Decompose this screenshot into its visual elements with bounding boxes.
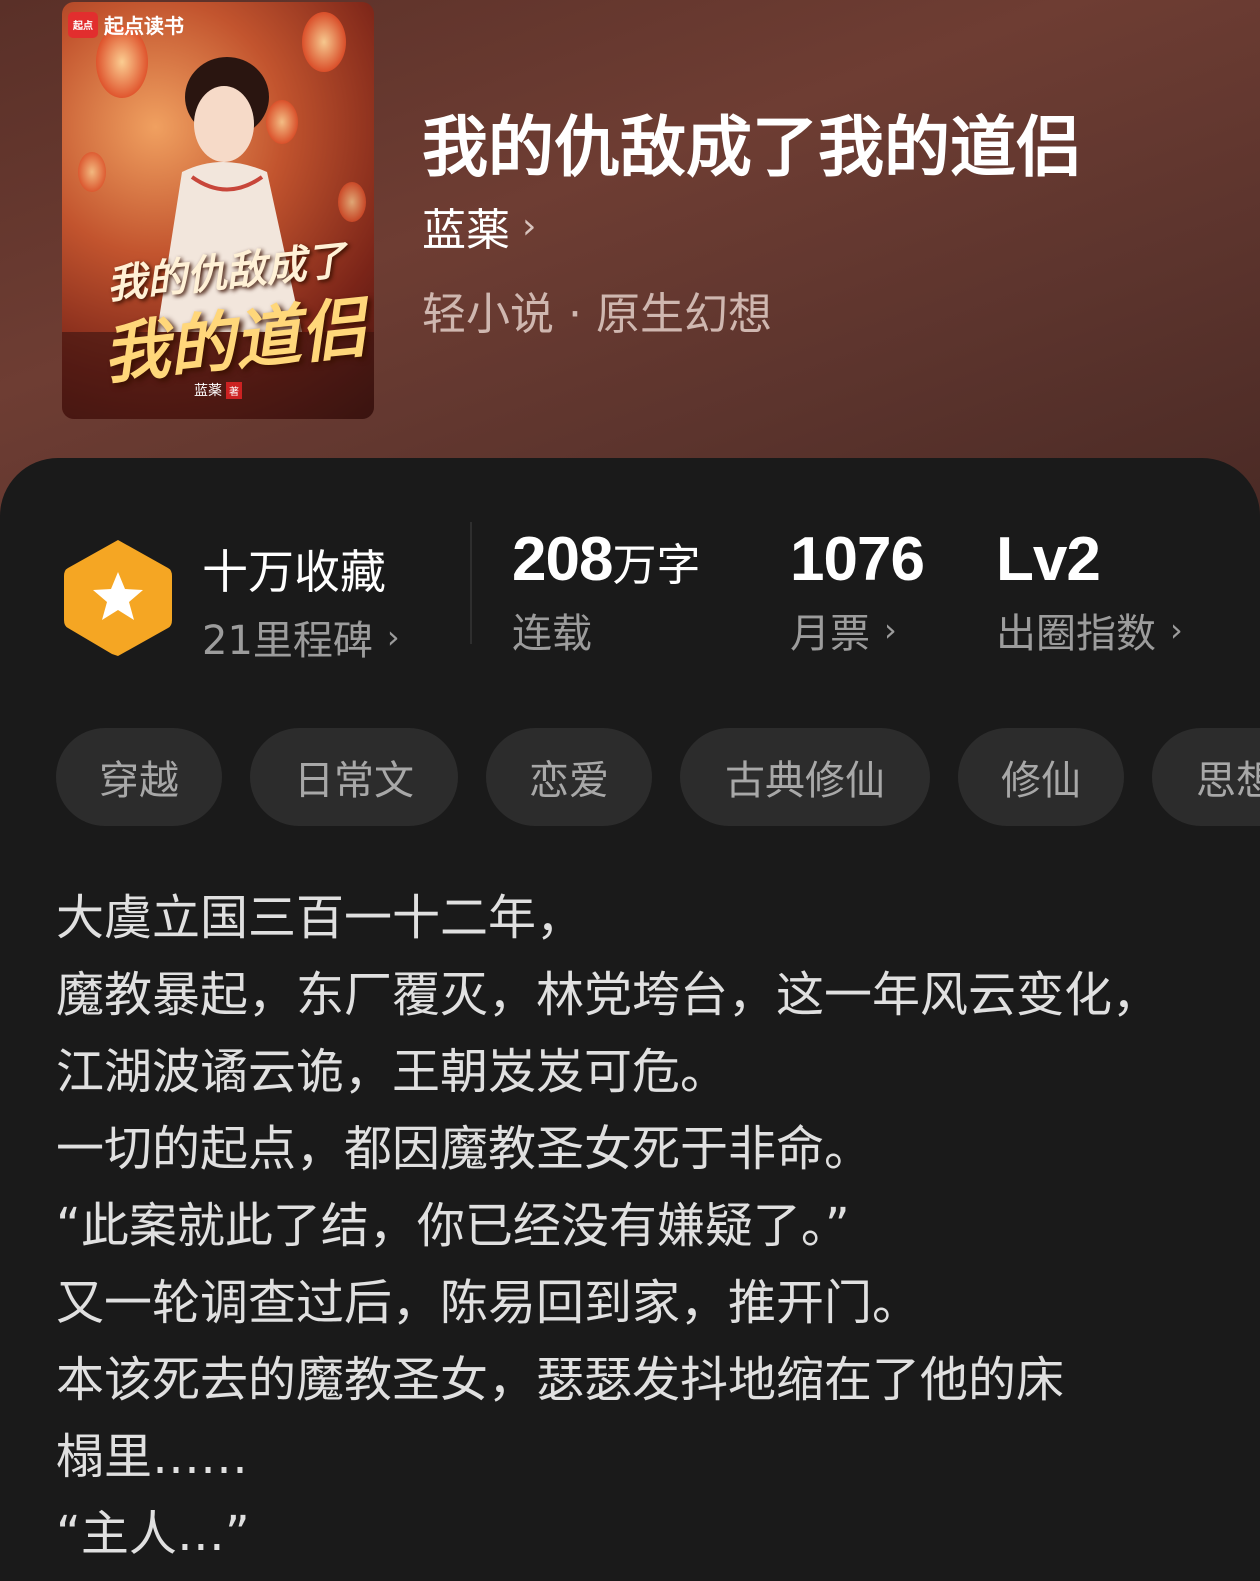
collection-label: 十万收藏 xyxy=(202,545,386,599)
book-genre: 轻小说 · 原生幻想 xyxy=(422,289,772,340)
synopsis-line: “此案就此了结，你已经没有嫌疑了。” xyxy=(56,1198,850,1254)
book-info-panel: 十万收藏 21里程碑 › 208万字 连载 1076 月票 › Lv2 出圈指数… xyxy=(0,458,1260,1581)
collection-stat[interactable]: 十万收藏 21里程碑 › xyxy=(202,536,400,666)
tag-chip[interactable]: 修仙 xyxy=(958,728,1124,826)
chevron-right-icon: › xyxy=(1170,611,1183,649)
synopsis-line: 魔教暴起，东厂覆灭，林党垮台，这一年风云变化， xyxy=(56,967,1161,1023)
synopsis-line: 本该死去的魔教圣女，瑟瑟发抖地缩在了他的床 xyxy=(56,1352,1065,1408)
level-value: Lv2 xyxy=(996,525,1101,594)
cover-logo-mark: 起点 xyxy=(68,11,98,38)
cover-author: 蓝薬 著 xyxy=(194,380,242,400)
level-label: 出圈指数 xyxy=(996,611,1156,657)
word-count-value: 208 xyxy=(512,525,613,594)
word-count-stat: 208万字 连载 xyxy=(512,524,700,659)
synopsis[interactable]: 大虞立国三百一十二年， 魔教暴起，东厂覆灭，林党垮台，这一年风云变化， 江湖波谲… xyxy=(56,880,1236,1573)
cover-logo: 起点 起点读书 xyxy=(68,10,184,39)
tag-chip[interactable]: 日常文 xyxy=(250,728,458,826)
synopsis-line: 江湖波谲云诡，王朝岌岌可危。 xyxy=(56,1044,729,1100)
cover-author-seal: 著 xyxy=(226,381,242,399)
stats-row: 十万收藏 21里程碑 › 208万字 连载 1076 月票 › Lv2 出圈指数… xyxy=(0,458,1260,698)
tag-chip[interactable]: 古典修仙 xyxy=(680,728,930,826)
author-link[interactable]: 蓝薬 › xyxy=(422,194,536,258)
chevron-right-icon: › xyxy=(884,611,897,649)
cover-author-name: 蓝薬 xyxy=(194,383,222,399)
monthly-votes-value: 1076 xyxy=(790,525,925,594)
synopsis-line: 大虞立国三百一十二年， xyxy=(56,890,585,946)
synopsis-line: 榻里…… xyxy=(56,1429,249,1485)
chevron-right-icon: › xyxy=(522,205,537,247)
tag-chip[interactable]: 恋爱 xyxy=(486,728,652,826)
synopsis-line: “主人…” xyxy=(56,1506,250,1562)
book-title: 我的仇敌成了我的道侣 xyxy=(422,108,1082,186)
tag-chip[interactable]: 穿越 xyxy=(56,728,222,826)
monthly-votes-label: 月票 xyxy=(790,611,870,657)
stats-divider xyxy=(470,522,472,644)
cover-logo-text: 起点读书 xyxy=(104,14,184,38)
star-hexagon-icon xyxy=(64,540,172,656)
status-label: 连载 xyxy=(512,611,592,657)
tag-list: 穿越 日常文 恋爱 古典修仙 修仙 思想 xyxy=(56,728,1260,826)
word-count-unit: 万字 xyxy=(612,540,701,591)
synopsis-line: 一切的起点，都因魔教圣女死于非命。 xyxy=(56,1121,873,1177)
chevron-right-icon: › xyxy=(386,618,400,656)
book-cover[interactable]: 起点 起点读书 我的仇敌成了 我的道侣 蓝薬 著 xyxy=(62,2,374,419)
milestone-link: 21里程碑 › xyxy=(202,608,400,666)
author-name: 蓝薬 xyxy=(422,205,510,256)
milestone-label: 21里程碑 xyxy=(202,618,373,664)
synopsis-line: 又一轮调查过后，陈易回到家，推开门。 xyxy=(56,1275,921,1331)
book-detail-page: 起点 起点读书 我的仇敌成了 我的道侣 蓝薬 著 我的仇敌成了我的道侣 蓝薬 ›… xyxy=(0,0,1260,1581)
tag-chip[interactable]: 思想 xyxy=(1152,728,1260,826)
monthly-votes-stat[interactable]: 1076 月票 › xyxy=(790,524,925,659)
level-stat[interactable]: Lv2 出圈指数 › xyxy=(996,524,1183,659)
book-header: 起点 起点读书 我的仇敌成了 我的道侣 蓝薬 著 我的仇敌成了我的道侣 蓝薬 ›… xyxy=(0,0,1260,520)
